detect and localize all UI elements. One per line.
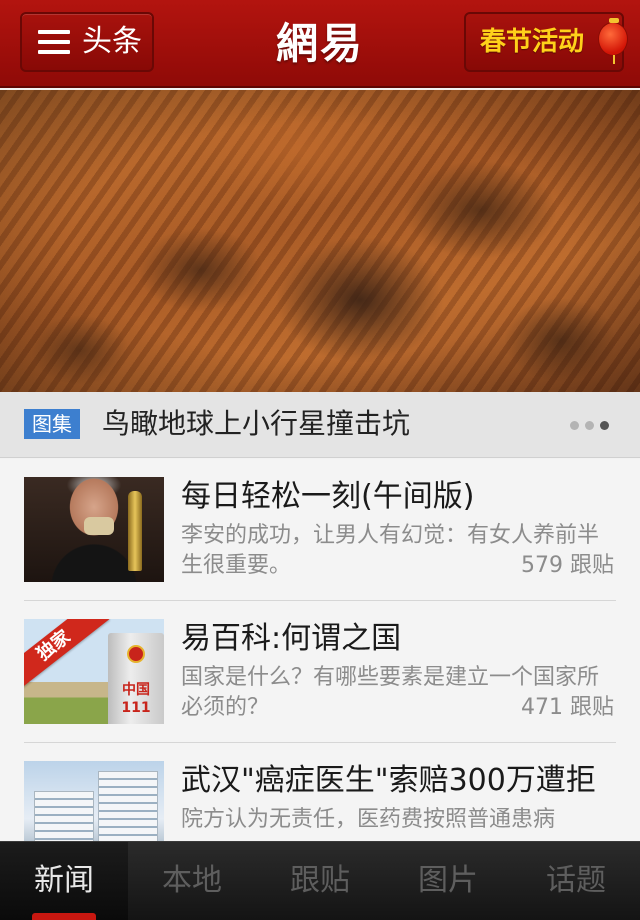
news-list: 每日轻松一刻(午间版) 李安的成功，让男人有幻觉：有女人养前半生很重要。 579… [0,459,640,841]
news-item[interactable]: 中国 111 独家 易百科:何谓之国 国家是什么？有哪些要素是建立一个国家所必须… [0,601,640,743]
gallery-tag: 图集 [24,409,80,439]
news-thumbnail: 中国 111 独家 [24,619,164,724]
channel-menu-button[interactable]: 头条 [20,12,154,72]
hamburger-icon [38,30,70,54]
event-label: 春节活动 [480,27,585,57]
news-item[interactable]: 每日轻松一刻(午间版) 李安的成功，让男人有幻觉：有女人养前半生很重要。 579… [0,459,640,601]
news-title: 每日轻松一刻(午间版) [181,479,475,514]
bottom-tab-bar: 新闻 本地 跟贴 图片 话题 [0,841,640,920]
hero-caption[interactable]: 图集 鸟瞰地球上小行星撞击坑 [0,392,640,458]
news-item[interactable]: 武汉"癌症医生"索赔300万遭拒 院方认为无责任，医药费按照普通患病 [0,743,640,841]
tab-pictures[interactable]: 图片 [384,842,512,920]
news-title: 易百科:何谓之国 [181,621,402,656]
lantern-icon [598,18,628,64]
news-thumbnail [24,477,164,582]
comment-count: 471 跟贴 [515,693,614,723]
news-thumbnail [24,761,164,841]
tab-local[interactable]: 本地 [128,842,256,920]
tab-comments[interactable]: 跟贴 [256,842,384,920]
active-tab-indicator [32,913,96,920]
hero-image[interactable] [0,90,640,392]
carousel-pager[interactable] [570,421,609,431]
news-title: 武汉"癌症医生"索赔300万遭拒 [181,763,596,798]
marker-text: 中国 [122,682,150,698]
pager-dot-active[interactable] [600,421,609,430]
netease-logo: 網易 [275,19,364,68]
channel-menu-label: 头条 [82,24,142,59]
spring-festival-event-button[interactable]: 春节活动 [464,12,628,72]
news-desc: 院方认为无责任，医药费按照普通患病 [181,807,556,832]
pager-dot[interactable] [570,421,579,430]
top-bar: 头条 網易 春节活动 [0,0,640,88]
national-emblem-icon [127,645,145,663]
tab-news[interactable]: 新闻 [0,842,128,920]
pager-dot[interactable] [585,421,594,430]
exclusive-ribbon: 独家 [24,619,110,694]
tab-topics[interactable]: 话题 [512,842,640,920]
marker-number: 111 [121,700,151,716]
hero-title: 鸟瞰地球上小行星撞击坑 [102,407,411,440]
comment-count: 579 跟贴 [515,551,614,581]
